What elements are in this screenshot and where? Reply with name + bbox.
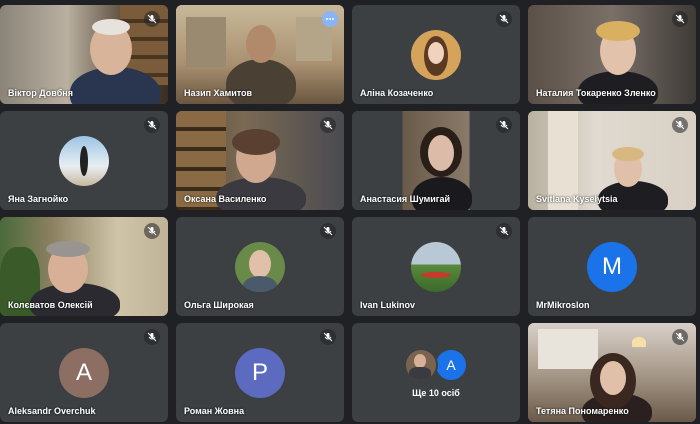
avatar-face bbox=[249, 249, 271, 278]
participant-tile[interactable]: Назип Хамитов bbox=[176, 5, 344, 104]
mic-off-icon bbox=[496, 11, 512, 27]
participant-name: Ольга Широкая bbox=[184, 300, 254, 310]
mic-off-icon bbox=[144, 329, 160, 345]
participant-tile[interactable]: Оксана Василенко bbox=[176, 111, 344, 210]
participant-tile[interactable]: Яна Загнойко bbox=[0, 111, 168, 210]
participant-name: Ivan Lukinov bbox=[360, 300, 416, 310]
pendant-lamp bbox=[632, 337, 646, 347]
participant-avatar: M bbox=[587, 241, 637, 292]
participant-hair bbox=[612, 147, 644, 161]
mic-off-icon bbox=[144, 117, 160, 133]
participant-head bbox=[246, 25, 276, 63]
wall-frame bbox=[186, 17, 226, 67]
participant-hair bbox=[92, 19, 130, 35]
participant-tile[interactable]: Анастасия Шумигай bbox=[352, 111, 520, 210]
participant-head bbox=[600, 361, 626, 395]
participant-tile[interactable]: A Aleksandr Overchuk bbox=[0, 323, 168, 422]
participant-avatar: P bbox=[235, 347, 285, 398]
more-participants-group: A Ще 10 осіб bbox=[404, 347, 468, 398]
participant-tile[interactable]: Колєватов Олексій bbox=[0, 217, 168, 316]
participant-tile[interactable]: Тетяна Пономаренко bbox=[528, 323, 696, 422]
participant-name: Svitlana Kyselytsia bbox=[536, 194, 618, 204]
participant-name: Аліна Козаченко bbox=[360, 88, 434, 98]
avatar-figure bbox=[80, 145, 88, 176]
participant-tile[interactable]: P Роман Жовна bbox=[176, 323, 344, 422]
participant-face bbox=[428, 135, 454, 171]
mic-off-icon bbox=[672, 117, 688, 133]
participant-tile[interactable]: Ольга Широкая bbox=[176, 217, 344, 316]
participant-tile[interactable]: Ivan Lukinov bbox=[352, 217, 520, 316]
participant-name: Анастасия Шумигай bbox=[360, 194, 451, 204]
participant-hair bbox=[596, 21, 640, 41]
participant-name: Тетяна Пономаренко bbox=[536, 406, 629, 416]
participant-hair bbox=[232, 129, 280, 155]
participant-tile[interactable]: Віктор Довбня bbox=[0, 5, 168, 104]
participant-name: MrMikroslon bbox=[536, 300, 590, 310]
participant-avatar bbox=[411, 241, 461, 292]
participant-name: Яна Загнойко bbox=[8, 194, 69, 204]
more-options-icon[interactable] bbox=[322, 11, 338, 27]
participant-avatar: A bbox=[59, 347, 109, 398]
participant-avatar bbox=[404, 347, 438, 382]
participant-name: Оксана Василенко bbox=[184, 194, 267, 204]
avatar-flowers bbox=[421, 271, 451, 278]
participant-tile[interactable]: Наталия Токаренко Зленко bbox=[528, 5, 696, 104]
participant-avatar bbox=[235, 241, 285, 292]
participant-name: Наталия Токаренко Зленко bbox=[536, 88, 656, 98]
mic-off-icon bbox=[672, 11, 688, 27]
mic-off-icon bbox=[496, 117, 512, 133]
participant-avatar: A bbox=[434, 347, 468, 382]
avatar-body bbox=[243, 275, 277, 292]
window bbox=[538, 329, 598, 369]
more-participants-avatars: A bbox=[404, 347, 468, 382]
mic-off-icon bbox=[496, 223, 512, 239]
more-participants-label: Ще 10 осіб bbox=[412, 387, 460, 398]
participant-tile[interactable]: Svitlana Kyselytsia bbox=[528, 111, 696, 210]
mic-off-icon bbox=[144, 223, 160, 239]
mic-off-icon bbox=[144, 11, 160, 27]
participant-name: Колєватов Олексій bbox=[8, 300, 93, 310]
mic-off-icon bbox=[320, 117, 336, 133]
mic-off-icon bbox=[672, 329, 688, 345]
more-participants-tile[interactable]: A Ще 10 осіб bbox=[352, 323, 520, 422]
participant-tile[interactable]: M MrMikroslon bbox=[528, 217, 696, 316]
participant-name: Aleksandr Overchuk bbox=[8, 406, 96, 416]
participant-name: Віктор Довбня bbox=[8, 88, 73, 98]
participant-hair bbox=[46, 241, 90, 257]
participant-avatar bbox=[411, 29, 461, 80]
mic-off-icon bbox=[320, 329, 336, 345]
participant-name: Назип Хамитов bbox=[184, 88, 253, 98]
mic-off-icon bbox=[320, 223, 336, 239]
participant-avatar bbox=[59, 135, 109, 186]
participant-tile[interactable]: Аліна Козаченко bbox=[352, 5, 520, 104]
avatar-face bbox=[428, 41, 444, 64]
participant-name: Роман Жовна bbox=[184, 406, 245, 416]
